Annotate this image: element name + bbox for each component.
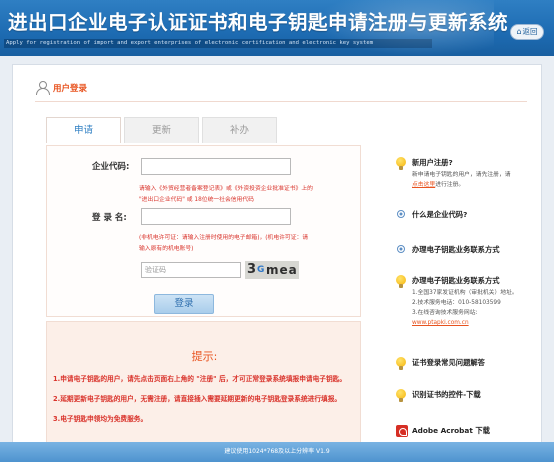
captcha-char-2: G [257, 265, 265, 275]
login-form: 企业代码: 请输入《外贸经营者备案登记表》或《外资投资企业批准证书》上的 "进出… [46, 145, 361, 317]
login-header: 用户登录 [35, 81, 88, 95]
contact-title-1: 办理电子钥匙业务联系方式 [412, 245, 500, 254]
tab-bar: 申请 更新 补办 [46, 117, 280, 143]
back-button-label: 返回 [522, 27, 538, 36]
faq-title: 证书登录常见问题解答 [412, 358, 485, 367]
captcha-image[interactable]: 3 G mea [245, 261, 299, 279]
company-code-hint-1: 请输入《外贸经营者备案登记表》或《外资投资企业批准证书》上的 [139, 186, 313, 192]
header-banner: 进出口企业电子认证证书和电子钥匙申请注册与更新系统 Apply for regi… [0, 0, 554, 56]
lightbulb-icon [396, 275, 406, 289]
back-button[interactable]: ⌂返回 [510, 24, 544, 40]
new-user-text-1: 新申请电子钥匙的用户，请先注册，请 [412, 172, 511, 178]
identify-title: 识别证书的控件-下载 [412, 390, 481, 399]
main-panel: 用户登录 申请 更新 补办 企业代码: 请输入《外贸经营者备案登记表》或《外资投… [12, 64, 542, 445]
company-code-hint-2: "进出口企业代码" 或 18位统一社会信用代码 [139, 197, 254, 203]
contact-title-2: 办理电子钥匙业务联系方式 [412, 276, 500, 285]
tip-line-2: 2.延期更新电子钥匙的用户，无需注册，请直接插入需要延期更新的电子钥匙登录系统进… [53, 395, 342, 403]
tips-title: 提示: [191, 350, 218, 363]
page-subtitle: Apply for registration of import and exp… [4, 39, 432, 48]
tip-line-3: 3.电子钥匙申领均为免费服务。 [53, 415, 148, 423]
lightbulb-icon [396, 157, 406, 171]
captcha-char-3: mea [266, 263, 298, 277]
register-link[interactable]: 点击这里 [412, 182, 435, 188]
contact-line-1: 1.全国37家发证机构（审批机关）地址。 [412, 290, 518, 296]
adobe-title: Adobe Acrobat 下载 [412, 426, 490, 435]
login-name-hint-2: 输入原有的机电账号) [139, 246, 194, 252]
company-code-input[interactable] [141, 158, 291, 175]
tab-reissue[interactable]: 补办 [202, 117, 277, 143]
tip-line-1: 1.申请电子钥匙的用户，请先点击页面右上角的 "注册" 后，才可正常登录系统填报… [53, 375, 347, 383]
contact-line-3: 3.在线咨询技术服务网站: [412, 310, 478, 316]
login-button[interactable]: 登录 [154, 294, 214, 314]
captcha-input[interactable] [141, 262, 241, 278]
lightbulb-icon [396, 357, 406, 371]
login-name-input[interactable] [141, 208, 291, 225]
captcha-char-1: 3 [247, 262, 257, 277]
info-dot-icon [397, 210, 405, 218]
page-title: 进出口企业电子认证证书和电子钥匙申请注册与更新系统 [8, 11, 509, 34]
pdf-icon [396, 425, 408, 437]
login-title: 用户登录 [53, 83, 88, 94]
lightbulb-icon [396, 389, 406, 403]
user-icon [35, 81, 50, 95]
tips-box: 提示: 1.申请电子钥匙的用户，请先点击页面右上角的 "注册" 后，才可正常登录… [46, 321, 361, 445]
company-code-question: 什么是企业代码? [412, 210, 468, 219]
login-name-label: 登 录 名: [92, 213, 127, 223]
new-user-title: 新用户注册? [412, 158, 453, 167]
new-user-text-2: 进行注册。 [435, 182, 465, 188]
new-user-text-line: 点击这里进行注册。 [412, 180, 464, 190]
info-dot-icon [397, 245, 405, 253]
tab-apply[interactable]: 申请 [46, 117, 121, 143]
login-name-hint-1: (非机电许可证：请输入注册时使用的电子邮箱)，(机电许可证：请 [139, 235, 309, 241]
divider [35, 101, 527, 102]
company-code-label: 企业代码: [92, 162, 130, 172]
contact-line-2: 2.技术服务电话：010-58103599 [412, 300, 501, 306]
website-link[interactable]: www.ptapki.com.cn [412, 318, 469, 328]
tab-renew[interactable]: 更新 [124, 117, 199, 143]
home-icon: ⌂ [516, 27, 522, 36]
footer: 建议使用1024*768及以上分辨率 V1.9 [0, 442, 554, 462]
